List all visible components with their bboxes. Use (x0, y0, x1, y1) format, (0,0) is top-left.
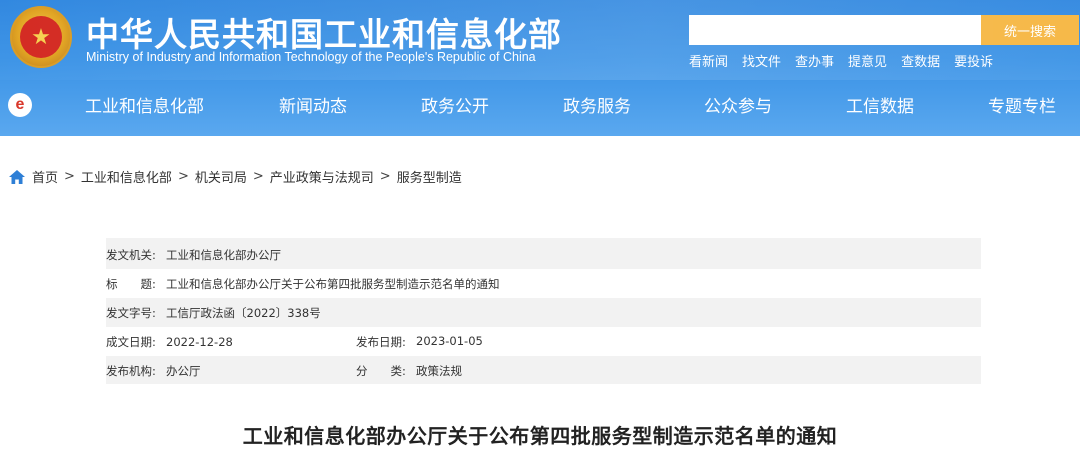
info-row-dates: 成文日期: 2022-12-28 发布日期: 2023-01-05 (106, 327, 981, 356)
title-label: 标 题: (106, 276, 156, 291)
breadcrumb-separator: > (252, 169, 264, 184)
issuer-value: 工业和信息化部办公厅 (166, 247, 281, 262)
quick-link-services[interactable]: 查办事 (795, 51, 834, 70)
category-group: 分 类: 政策法规 (356, 363, 462, 379)
published-value: 2023-01-05 (416, 333, 483, 348)
main-nav: e 工业和信息化部 新闻动态 政务公开 政务服务 公众参与 工信数据 专题专栏 (0, 84, 1080, 124)
quick-link-complaint[interactable]: 要投诉 (954, 51, 993, 70)
quick-link-data[interactable]: 查数据 (901, 51, 940, 70)
nav-item-news[interactable]: 新闻动态 (279, 92, 347, 117)
site-title-cn[interactable]: 中华人民共和国工业和信息化部 (86, 8, 562, 56)
category-label: 分 类: (356, 363, 406, 378)
breadcrumb-policy-dept[interactable]: 产业政策与法规司 (270, 167, 374, 186)
breadcrumb-separator: > (64, 169, 75, 184)
created-value: 2022-12-28 (166, 334, 233, 349)
e-logo-icon[interactable]: e (8, 93, 32, 117)
info-row-title: 标 题: 工业和信息化部办公厅关于公布第四批服务型制造示范名单的通知 (106, 269, 981, 298)
document-title: 工业和信息化部办公厅关于公布第四批服务型制造示范名单的通知 (242, 424, 838, 448)
info-row-doc-no: 发文字号: 工信厅政法函〔2022〕338号 (106, 298, 981, 327)
org-value: 办公厅 (166, 363, 201, 378)
quick-link-files[interactable]: 找文件 (742, 51, 781, 70)
emblem-star-icon: ★ (20, 16, 62, 58)
breadcrumb-separator: > (379, 169, 391, 184)
quick-links: 看新闻 找文件 查办事 提意见 查数据 要投诉 (689, 51, 993, 70)
category-value: 政策法规 (416, 363, 462, 378)
e-logo-letter: e (15, 96, 25, 113)
issuer-label: 发文机关: (106, 247, 156, 262)
info-row-org: 发布机构: 办公厅 分 类: 政策法规 (106, 356, 981, 385)
site-header: ★ 中华人民共和国工业和信息化部 Ministry of Industry an… (0, 0, 1080, 136)
published-label: 发布日期: (356, 334, 406, 349)
nav-item-data[interactable]: 工信数据 (846, 92, 914, 117)
quick-link-news[interactable]: 看新闻 (689, 51, 728, 70)
breadcrumb: 首页 > 工业和信息化部 > 机关司局 > 产业政策与法规司 > 服务型制造 (9, 167, 462, 186)
quick-link-feedback[interactable]: 提意见 (848, 51, 887, 70)
breadcrumb-departments[interactable]: 机关司局 (195, 167, 247, 186)
search-button[interactable]: 统一搜索 (981, 15, 1079, 45)
national-emblem-icon[interactable]: ★ (10, 6, 72, 68)
doc-no-label: 发文字号: (106, 305, 156, 320)
nav-item-miit[interactable]: 工业和信息化部 (85, 92, 204, 117)
home-icon[interactable] (9, 169, 25, 184)
nav-item-public[interactable]: 公众参与 (704, 92, 772, 117)
site-title-en: Ministry of Industry and Information Tec… (86, 50, 536, 64)
org-label: 发布机构: (106, 363, 156, 378)
breadcrumb-miit[interactable]: 工业和信息化部 (81, 167, 172, 186)
doc-no-value: 工信厅政法函〔2022〕338号 (166, 305, 321, 320)
search-input[interactable] (689, 15, 981, 45)
title-value: 工业和信息化部办公厅关于公布第四批服务型制造示范名单的通知 (166, 276, 500, 291)
document-info-table: 发文机关: 工业和信息化部办公厅 标 题: 工业和信息化部办公厅关于公布第四批服… (106, 238, 981, 384)
created-label: 成文日期: (106, 334, 156, 349)
breadcrumb-separator: > (177, 169, 189, 184)
breadcrumb-home[interactable]: 首页 (32, 167, 58, 186)
nav-item-gov-affairs[interactable]: 政务公开 (421, 92, 489, 117)
nav-item-gov-services[interactable]: 政务服务 (563, 92, 631, 117)
published-group: 发布日期: 2023-01-05 (356, 334, 483, 350)
breadcrumb-service-manufacturing[interactable]: 服务型制造 (397, 167, 462, 186)
nav-item-topics[interactable]: 专题专栏 (988, 92, 1056, 117)
info-row-issuer: 发文机关: 工业和信息化部办公厅 (106, 240, 981, 269)
